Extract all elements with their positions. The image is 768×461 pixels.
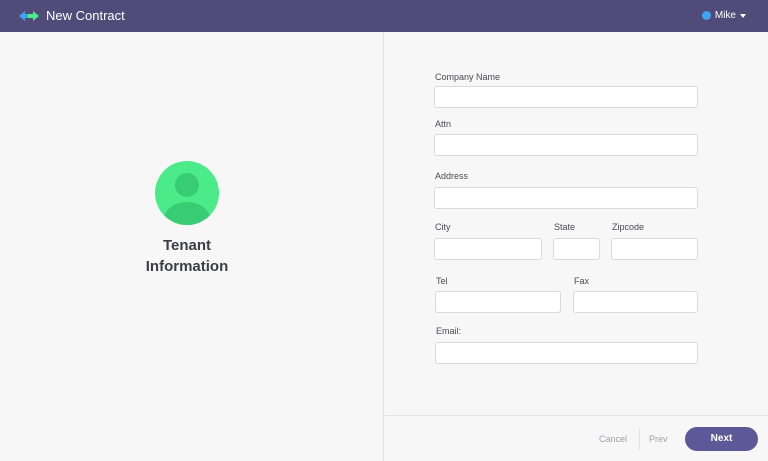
address-input[interactable] bbox=[434, 187, 698, 209]
zipcode-input[interactable] bbox=[611, 238, 698, 260]
form-footer: Cancel Prev Next bbox=[385, 415, 768, 461]
city-label: City bbox=[435, 222, 451, 232]
chevron-down-icon bbox=[740, 13, 746, 18]
section-title-line2: Information bbox=[145, 258, 229, 275]
attn-input[interactable] bbox=[434, 134, 698, 156]
prev-button[interactable]: Prev bbox=[649, 434, 668, 444]
attn-label: Attn bbox=[435, 119, 452, 129]
address-label: Address bbox=[435, 171, 469, 181]
email-input[interactable] bbox=[435, 342, 698, 364]
section-title-line1: Tenant bbox=[162, 237, 212, 254]
tel-input[interactable] bbox=[435, 291, 561, 313]
user-status-dot bbox=[701, 11, 711, 20]
section-title: Tenant Information bbox=[112, 235, 262, 277]
cancel-button[interactable]: Cancel bbox=[599, 434, 627, 444]
info-panel: Tenant Information bbox=[0, 32, 384, 461]
tenant-form: Company Name Attn Address City State Zip… bbox=[385, 32, 768, 415]
top-bar: New Contract Mike bbox=[0, 0, 768, 32]
fax-label: Fax bbox=[574, 276, 590, 286]
user-menu[interactable]: Mike bbox=[701, 10, 746, 21]
company-name-label: Company Name bbox=[435, 72, 501, 82]
state-input[interactable] bbox=[553, 238, 600, 260]
zipcode-label: Zipcode bbox=[612, 222, 645, 232]
page-title: New Contract bbox=[46, 8, 125, 23]
email-label: Email: bbox=[436, 326, 462, 336]
city-input[interactable] bbox=[434, 238, 542, 260]
fax-input[interactable] bbox=[573, 291, 698, 313]
tel-label: Tel bbox=[436, 276, 448, 286]
footer-divider bbox=[639, 428, 640, 450]
user-name: Mike bbox=[714, 10, 736, 21]
state-label: State bbox=[554, 222, 576, 232]
swap-arrows-icon[interactable] bbox=[19, 9, 39, 23]
company-name-input[interactable] bbox=[434, 86, 698, 108]
user-avatar-icon bbox=[155, 161, 219, 225]
next-button[interactable]: Next bbox=[685, 427, 758, 451]
